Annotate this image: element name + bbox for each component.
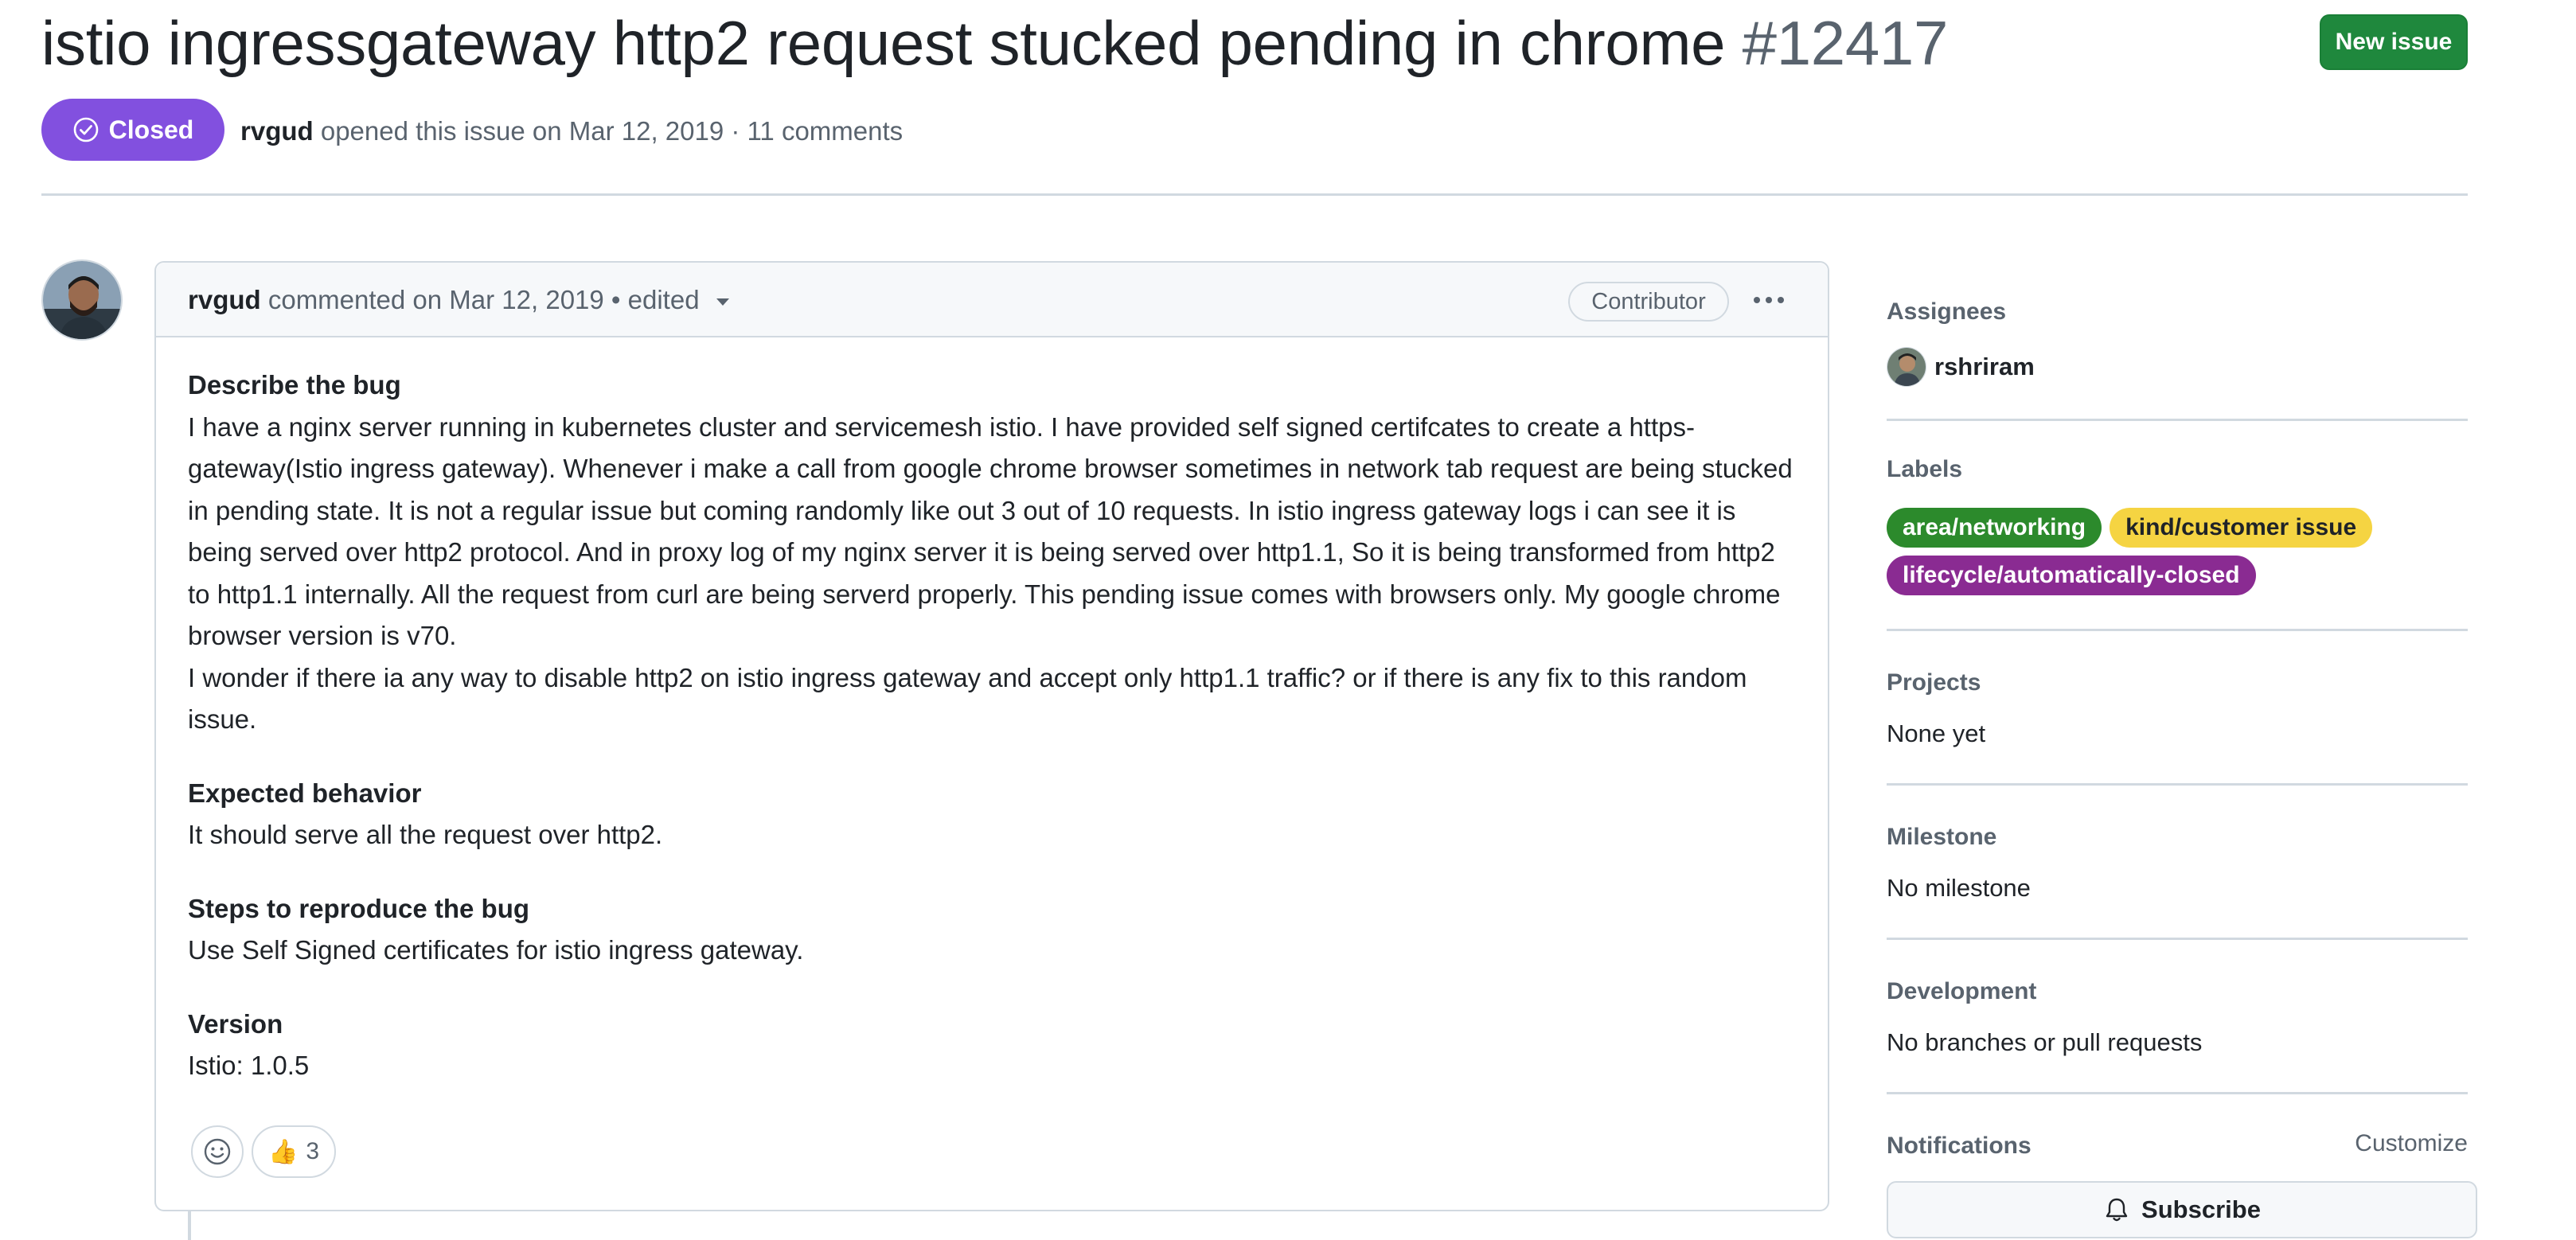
section-heading: Describe the bug — [188, 370, 401, 400]
sidebar-divider — [1887, 938, 2468, 940]
issue-meta: rvgud opened this issue on Mar 12, 2019 … — [240, 111, 903, 151]
assignee-name: rshriram — [1934, 353, 2035, 380]
sidebar-divider — [1887, 629, 2468, 631]
comment-section: Version Istio: 1.0.5 — [188, 1004, 1804, 1087]
thumbs-up-icon: 👍 — [267, 1138, 299, 1165]
label-list: area/networking kind/customer issue life… — [1887, 508, 2444, 595]
thumbs-up-count: 3 — [306, 1138, 320, 1164]
section-paragraph: Use Self Signed certificates for istio i… — [188, 935, 804, 965]
assignee-avatar — [1887, 347, 1926, 387]
projects-heading[interactable]: Projects — [1887, 667, 2468, 699]
subscribe-label: Subscribe — [2141, 1195, 2261, 1223]
timeline-connector — [188, 1211, 191, 1240]
contributor-badge: Contributor — [1568, 282, 1729, 322]
comment-header: rvgud commented on Mar 12, 2019 • edited… — [156, 263, 1828, 337]
projects-value: None yet — [1887, 719, 1986, 747]
assignees-heading[interactable]: Assignees — [1887, 296, 2468, 328]
issue-title-text: istio ingressgateway http2 request stuck… — [41, 8, 1726, 78]
sidebar-divider — [1887, 1092, 2468, 1094]
kebab-dot-icon — [1778, 297, 1784, 303]
sidebar-labels: Labels area/networking kind/customer iss… — [1887, 454, 2468, 595]
milestone-value: No milestone — [1887, 874, 2031, 902]
development-value: No branches or pull requests — [1887, 1028, 2203, 1056]
section-paragraph: I wonder if there ia any way to disable … — [188, 662, 1747, 735]
kebab-dot-icon — [1766, 297, 1772, 303]
milestone-heading[interactable]: Milestone — [1887, 821, 2468, 853]
sidebar-milestone: Milestone No milestone — [1887, 821, 2468, 904]
closed-check-icon — [72, 116, 100, 143]
issue-state-badge: Closed — [41, 99, 224, 161]
labels-heading[interactable]: Labels — [1887, 454, 2468, 485]
section-paragraph: It should serve all the request over htt… — [188, 820, 663, 849]
issue-number: #12417 — [1742, 8, 1949, 78]
bell-icon — [2106, 1198, 2128, 1222]
sidebar-divider — [1887, 783, 2468, 786]
development-heading[interactable]: Development — [1887, 976, 2468, 1008]
new-issue-button[interactable]: New issue — [2320, 14, 2468, 70]
comment-meta: rvgud commented on Mar 12, 2019 • edited — [188, 280, 729, 320]
sidebar-development: Development No branches or pull requests — [1887, 976, 2468, 1059]
section-paragraph: Istio: 1.0.5 — [188, 1051, 310, 1080]
comment-more-options-button[interactable] — [1747, 280, 1791, 320]
section-paragraph: I have a nginx server running in kuberne… — [188, 411, 1793, 651]
reactions-bar: 👍 3 — [191, 1125, 336, 1178]
assignee-item[interactable]: rshriram — [1887, 347, 2468, 387]
issue-state-label: Closed — [108, 115, 194, 144]
sidebar-divider — [1887, 419, 2468, 421]
label-lifecycle-automatically-closed[interactable]: lifecycle/automatically-closed — [1887, 556, 2256, 595]
header-divider — [41, 193, 2468, 196]
kebab-dot-icon — [1754, 297, 1760, 303]
label-area-networking[interactable]: area/networking — [1887, 508, 2102, 548]
comment-section: Expected behavior It should serve all th… — [188, 773, 1804, 856]
comment-section: Steps to reproduce the bug Use Self Sign… — [188, 888, 1804, 972]
comment-body: Describe the bug I have a nginx server r… — [188, 365, 1804, 1119]
section-heading: Steps to reproduce the bug — [188, 893, 530, 923]
subscribe-button[interactable]: Subscribe — [1887, 1181, 2477, 1238]
customize-notifications-link[interactable]: Customize — [2355, 1130, 2468, 1162]
notifications-header: Notifications Customize — [1887, 1130, 2468, 1162]
author-avatar[interactable] — [41, 259, 123, 341]
sidebar-projects: Projects None yet — [1887, 667, 2468, 750]
issue-opened-text: opened this issue on Mar 12, 2019 · 11 c… — [320, 116, 904, 146]
comment-section: Describe the bug I have a nginx server r… — [188, 365, 1804, 741]
issue-title: istio ingressgateway http2 request stuck… — [41, 5, 1948, 81]
thumbs-up-reaction-button[interactable]: 👍 3 — [252, 1125, 336, 1178]
comment-author-link[interactable]: rvgud — [188, 285, 261, 314]
section-heading: Version — [188, 1008, 283, 1039]
sidebar-notifications: Notifications Customize Subscribe — [1887, 1130, 2477, 1238]
add-reaction-button[interactable] — [191, 1125, 244, 1178]
comment-meta-text: commented on Mar 12, 2019 • edited — [267, 285, 700, 314]
label-kind-customer-issue[interactable]: kind/customer issue — [2110, 508, 2373, 548]
sidebar-assignees: Assignees rshriram — [1887, 296, 2468, 387]
edit-history-caret-icon[interactable] — [716, 298, 729, 306]
section-heading: Expected behavior — [188, 778, 422, 808]
notifications-heading: Notifications — [1887, 1133, 2032, 1159]
issue-comment: rvgud commented on Mar 12, 2019 • edited… — [154, 261, 1829, 1211]
smiley-icon — [204, 1138, 231, 1165]
issue-author-link[interactable]: rvgud — [240, 116, 314, 146]
